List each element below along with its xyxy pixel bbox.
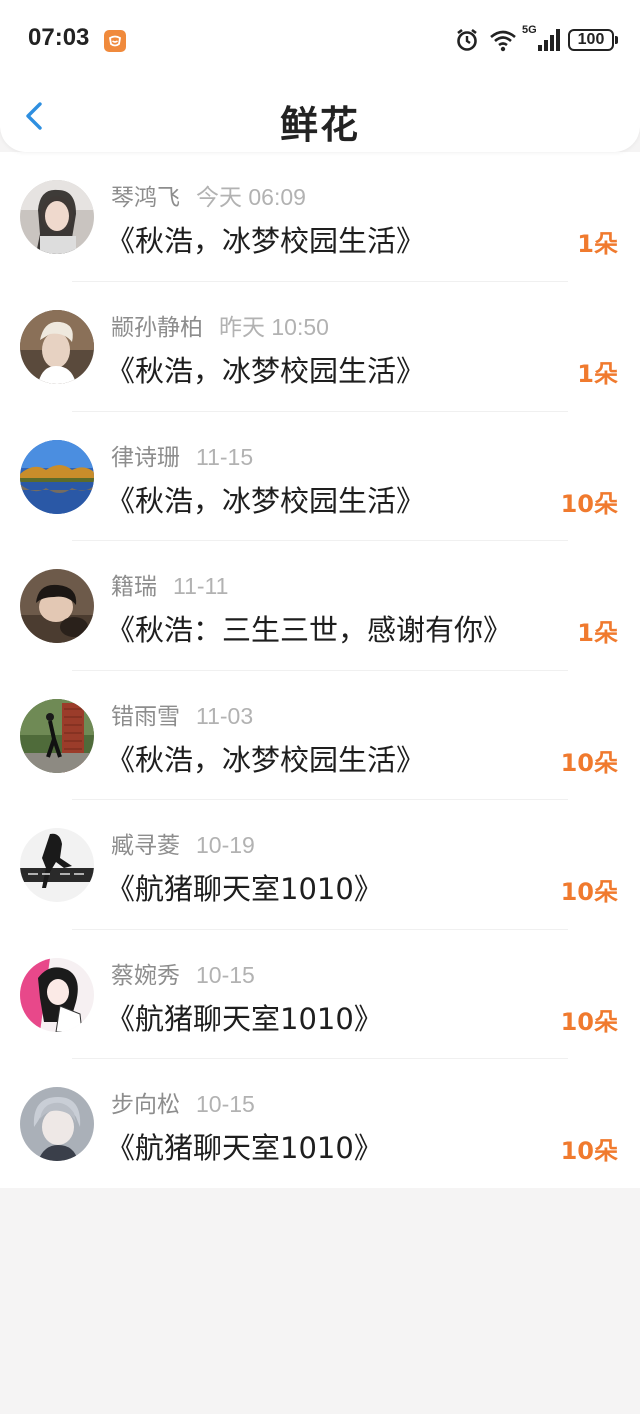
flower-count: 1朵 bbox=[577, 230, 618, 258]
avatar bbox=[20, 180, 94, 254]
sent-date: 10-15 bbox=[196, 1091, 255, 1117]
empty-area bbox=[0, 1188, 640, 1414]
sent-date: 昨天 10:50 bbox=[219, 314, 329, 340]
sent-date: 10-19 bbox=[196, 832, 255, 858]
avatar bbox=[20, 439, 94, 514]
status-bar: 07:03 5G 100 bbox=[0, 0, 640, 80]
cellular-signal-icon: 5G bbox=[522, 24, 560, 53]
sender-name: 颛孙静柏 bbox=[111, 315, 203, 341]
list-item[interactable]: 错雨雪 11-03 《秋浩，冰梦校园生活》 10朵 bbox=[0, 671, 640, 800]
sender-name: 蔡婉秀 bbox=[111, 962, 180, 989]
item-meta: 步向松 10-15 bbox=[111, 1085, 255, 1119]
room-name: 《航猪聊天室1010》 bbox=[106, 872, 383, 906]
sender-name: 籍瑞 bbox=[111, 574, 157, 600]
room-name: 《秋浩：三生三世，感谢有你》 bbox=[106, 613, 513, 647]
status-time: 07:03 bbox=[28, 24, 90, 51]
item-meta: 律诗珊 11-15 bbox=[111, 438, 253, 472]
avatar bbox=[20, 828, 94, 902]
flower-count: 1朵 bbox=[577, 619, 618, 647]
flower-count: 10朵 bbox=[560, 489, 618, 518]
flower-count: 10朵 bbox=[560, 1007, 618, 1036]
wifi-icon bbox=[490, 30, 516, 52]
room-name: 《秋浩，冰梦校园生活》 bbox=[106, 354, 426, 388]
sender-name: 律诗珊 bbox=[111, 444, 180, 471]
list-item[interactable]: 臧寻菱 10-19 《航猪聊天室1010》 10朵 bbox=[0, 800, 640, 930]
sent-date: 11-15 bbox=[196, 443, 254, 470]
list-item[interactable]: 琴鸿飞 今天 06:09 《秋浩，冰梦校园生活》 1朵 bbox=[0, 152, 640, 282]
sender-name: 琴鸿飞 bbox=[111, 185, 180, 211]
item-meta: 颛孙静柏 昨天 10:50 bbox=[111, 308, 329, 342]
flower-count: 1朵 bbox=[577, 360, 618, 388]
sender-name: 错雨雪 bbox=[111, 703, 180, 730]
room-name: 《航猪聊天室1010》 bbox=[106, 1131, 383, 1165]
list-item[interactable]: 律诗珊 11-15 《秋浩，冰梦校园生活》 10朵 bbox=[0, 412, 640, 541]
item-meta: 蔡婉秀 10-15 bbox=[111, 956, 255, 990]
sent-date: 11-03 bbox=[196, 702, 254, 729]
page-title: 鲜花 bbox=[279, 103, 360, 147]
nav-bar: 鲜花 bbox=[0, 80, 640, 152]
item-meta: 错雨雪 11-03 bbox=[111, 697, 253, 731]
status-icons: 5G 100 bbox=[454, 24, 618, 55]
item-meta: 籍瑞 11-11 bbox=[111, 567, 228, 601]
app-notification-icon bbox=[104, 30, 126, 52]
item-meta: 臧寻菱 10-19 bbox=[111, 826, 255, 860]
sent-date: 10-15 bbox=[196, 961, 255, 988]
flower-list: 琴鸿飞 今天 06:09 《秋浩，冰梦校园生活》 1朵 颛孙静柏 昨天 10:50 … bbox=[0, 152, 640, 1189]
list-item[interactable]: 籍瑞 11-11 《秋浩：三生三世，感谢有你》 1朵 bbox=[0, 541, 640, 671]
list-item[interactable]: 蔡婉秀 10-15 《航猪聊天室1010》 10朵 bbox=[0, 930, 640, 1059]
avatar bbox=[20, 569, 94, 643]
item-meta: 琴鸿飞 今天 06:09 bbox=[111, 178, 306, 212]
battery-indicator: 100 bbox=[568, 29, 618, 51]
sent-date: 11-11 bbox=[173, 573, 229, 599]
room-name: 《秋浩，冰梦校园生活》 bbox=[106, 742, 426, 777]
sender-name: 臧寻菱 bbox=[111, 833, 180, 859]
avatar bbox=[20, 1087, 94, 1161]
room-name: 《秋浩，冰梦校园生活》 bbox=[106, 483, 426, 518]
room-name: 《秋浩，冰梦校园生活》 bbox=[106, 224, 426, 258]
flower-count: 10朵 bbox=[560, 748, 618, 777]
avatar bbox=[20, 310, 94, 384]
sent-date: 今天 06:09 bbox=[196, 184, 306, 210]
flower-count: 10朵 bbox=[560, 1137, 618, 1165]
room-name: 《航猪聊天室1010》 bbox=[106, 1001, 383, 1036]
list-item[interactable]: 颛孙静柏 昨天 10:50 《秋浩，冰梦校园生活》 1朵 bbox=[0, 282, 640, 412]
header: 07:03 5G 100 鲜花 bbox=[0, 0, 640, 152]
avatar bbox=[20, 957, 94, 1032]
avatar bbox=[20, 698, 94, 773]
sender-name: 步向松 bbox=[111, 1092, 180, 1118]
list-item[interactable]: 步向松 10-15 《航猪聊天室1010》 10朵 bbox=[0, 1059, 640, 1189]
flower-count: 10朵 bbox=[560, 878, 618, 906]
alarm-icon bbox=[457, 28, 477, 51]
